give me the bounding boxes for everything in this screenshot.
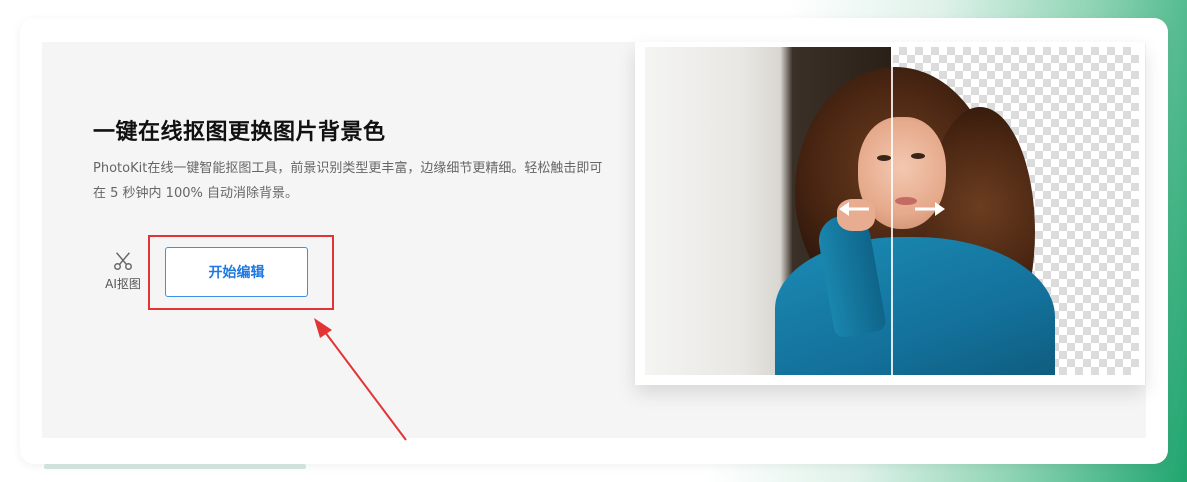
before-after-preview-image[interactable] — [645, 47, 1139, 375]
page-title: 一键在线抠图更换图片背景色 — [93, 120, 386, 145]
annotation-arrow — [314, 318, 407, 441]
ai-cutout-label: AI抠图 — [105, 277, 141, 291]
comparison-slider-handle[interactable] — [891, 47, 893, 375]
start-editing-button[interactable]: 开始编辑 — [165, 247, 308, 297]
preview-card — [635, 42, 1145, 385]
eye-left — [877, 155, 891, 161]
arrow-right-icon[interactable] — [913, 200, 945, 218]
eye-right — [911, 153, 925, 159]
arrow-left-icon[interactable] — [839, 200, 871, 218]
ai-cutout-tool[interactable]: AI抠图 — [100, 250, 146, 292]
scroll-indicator — [44, 464, 306, 469]
feature-description: PhotoKit在线一键智能抠图工具，前景识别类型更丰富，边缘细节更精细。轻松触… — [93, 161, 603, 201]
scissors-icon — [114, 252, 132, 270]
